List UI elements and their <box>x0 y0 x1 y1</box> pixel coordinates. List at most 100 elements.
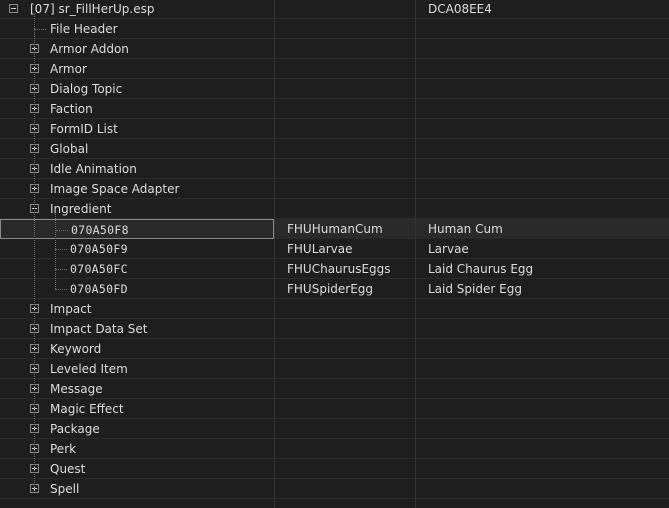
group-leveled-item-full-name-cell <box>415 359 669 379</box>
record-row[interactable]: 070A50F8 FHUHumanCum Human Cum <box>0 219 669 239</box>
plugin-row[interactable]: [07] sr_FillHerUp.esp DCA08EE4 <box>0 0 669 19</box>
group-quest-editor-id-cell <box>274 459 415 479</box>
group-spell-name-cell: Spell <box>0 479 274 499</box>
record-form-id: 070A50F9 <box>70 242 128 256</box>
group-file-header-full-name-cell <box>415 19 669 39</box>
group-message-full-name-cell <box>415 379 669 399</box>
group-armor[interactable]: Armor <box>0 59 669 79</box>
record-editor-id: FHUChaurusEggs <box>287 262 391 276</box>
record-row[interactable]: 070A50FC FHUChaurusEggs Laid Chaurus Egg <box>0 259 669 279</box>
group-message-name-cell: Message <box>0 379 274 399</box>
group-ingredient-name-cell: Ingredient <box>0 199 274 219</box>
group-armor-editor-id-cell <box>274 59 415 79</box>
group-idle-animation-label: Idle Animation <box>50 162 137 176</box>
group-message-editor-id-cell <box>274 379 415 399</box>
tree-connector <box>55 289 67 290</box>
record-form-id: 070A50FC <box>70 262 128 276</box>
empty-row-name-cell <box>0 499 274 508</box>
group-image-space-adapter-full-name-cell <box>415 179 669 199</box>
group-file-header[interactable]: File Header <box>0 19 669 39</box>
group-quest-label: Quest <box>50 462 86 476</box>
record-row-editor-id-cell: FHUSpiderEgg <box>274 279 415 299</box>
group-leveled-item-editor-id-cell <box>274 359 415 379</box>
group-formid-list-full-name-cell <box>415 119 669 139</box>
group-ingredient-label: Ingredient <box>50 202 112 216</box>
group-armor-addon[interactable]: Armor Addon <box>0 39 669 59</box>
tree-connector <box>34 29 46 30</box>
group-magic-effect-label: Magic Effect <box>50 402 124 416</box>
group-spell-label: Spell <box>50 482 80 496</box>
record-row-name-cell: 070A50FC <box>0 259 274 279</box>
group-message-label: Message <box>50 382 103 396</box>
record-form-id: 070A50F8 <box>71 223 129 237</box>
group-keyword-full-name-cell <box>415 339 669 359</box>
group-message[interactable]: Message <box>0 379 669 399</box>
empty-row[interactable] <box>0 499 669 508</box>
tree-connector <box>34 14 35 489</box>
record-row-editor-id-cell: FHUChaurusEggs <box>274 259 415 279</box>
group-impact-full-name-cell <box>415 299 669 319</box>
group-impact-data-set[interactable]: Impact Data Set <box>0 319 669 339</box>
group-impact-editor-id-cell <box>274 299 415 319</box>
group-file-header-name-cell: File Header <box>0 19 274 39</box>
tree-connector <box>55 269 67 270</box>
group-ingredient[interactable]: Ingredient <box>0 199 669 219</box>
group-magic-effect[interactable]: Magic Effect <box>0 399 669 419</box>
record-full-name: Laid Chaurus Egg <box>428 262 534 276</box>
group-dialog-topic-label: Dialog Topic <box>50 82 123 96</box>
group-keyword-label: Keyword <box>50 342 102 356</box>
group-image-space-adapter[interactable]: Image Space Adapter <box>0 179 669 199</box>
group-spell-editor-id-cell <box>274 479 415 499</box>
group-quest[interactable]: Quest <box>0 459 669 479</box>
group-idle-animation[interactable]: Idle Animation <box>0 159 669 179</box>
group-package-label: Package <box>50 422 100 436</box>
group-faction[interactable]: Faction <box>0 99 669 119</box>
group-package[interactable]: Package <box>0 419 669 439</box>
group-leveled-item-name-cell: Leveled Item <box>0 359 274 379</box>
record-row[interactable]: 070A50F9 FHULarvae Larvae <box>0 239 669 259</box>
tree-connector <box>56 230 68 231</box>
group-file-header-label: File Header <box>50 22 118 36</box>
plugin-name: [07] sr_FillHerUp.esp <box>30 2 155 16</box>
group-impact-data-set-full-name-cell <box>415 319 669 339</box>
plugin-checksum: DCA08EE4 <box>428 2 492 16</box>
group-magic-effect-editor-id-cell <box>274 399 415 419</box>
group-formid-list[interactable]: FormID List <box>0 119 669 139</box>
group-formid-list-name-cell: FormID List <box>0 119 274 139</box>
group-impact-data-set-editor-id-cell <box>274 319 415 339</box>
group-idle-animation-full-name-cell <box>415 159 669 179</box>
group-leveled-item[interactable]: Leveled Item <box>0 359 669 379</box>
record-form-id: 070A50FD <box>70 282 128 296</box>
record-row-full-name-cell: Laid Chaurus Egg <box>415 259 669 279</box>
group-keyword-name-cell: Keyword <box>0 339 274 359</box>
record-row-full-name-cell: Laid Spider Egg <box>415 279 669 299</box>
group-impact-name-cell: Impact <box>0 299 274 319</box>
group-global[interactable]: Global <box>0 139 669 159</box>
minus-box-icon[interactable] <box>9 4 18 13</box>
group-impact-data-set-label: Impact Data Set <box>50 322 148 336</box>
group-formid-list-label: FormID List <box>50 122 118 136</box>
group-keyword-editor-id-cell <box>274 339 415 359</box>
group-keyword[interactable]: Keyword <box>0 339 669 359</box>
group-perk[interactable]: Perk <box>0 439 669 459</box>
group-dialog-topic[interactable]: Dialog Topic <box>0 79 669 99</box>
record-row-name-cell: 070A50F8 <box>0 219 274 239</box>
group-impact[interactable]: Impact <box>0 299 669 319</box>
record-editor-id: FHULarvae <box>287 242 353 256</box>
group-package-name-cell: Package <box>0 419 274 439</box>
record-row[interactable]: 070A50FD FHUSpiderEgg Laid Spider Egg <box>0 279 669 299</box>
group-faction-label: Faction <box>50 102 93 116</box>
group-armor-full-name-cell <box>415 59 669 79</box>
record-tree-view[interactable]: [07] sr_FillHerUp.esp DCA08EE4 File Header… <box>0 0 669 508</box>
group-impact-data-set-name-cell: Impact Data Set <box>0 319 274 339</box>
record-full-name: Laid Spider Egg <box>428 282 522 296</box>
group-dialog-topic-name-cell: Dialog Topic <box>0 79 274 99</box>
group-spell[interactable]: Spell <box>0 479 669 499</box>
group-perk-full-name-cell <box>415 439 669 459</box>
group-file-header-editor-id-cell <box>274 19 415 39</box>
plugin-row-full-name-cell: DCA08EE4 <box>415 0 669 19</box>
tree-connector <box>55 214 56 289</box>
empty-row-editor-id-cell <box>274 499 415 508</box>
group-spell-full-name-cell <box>415 479 669 499</box>
group-magic-effect-name-cell: Magic Effect <box>0 399 274 419</box>
